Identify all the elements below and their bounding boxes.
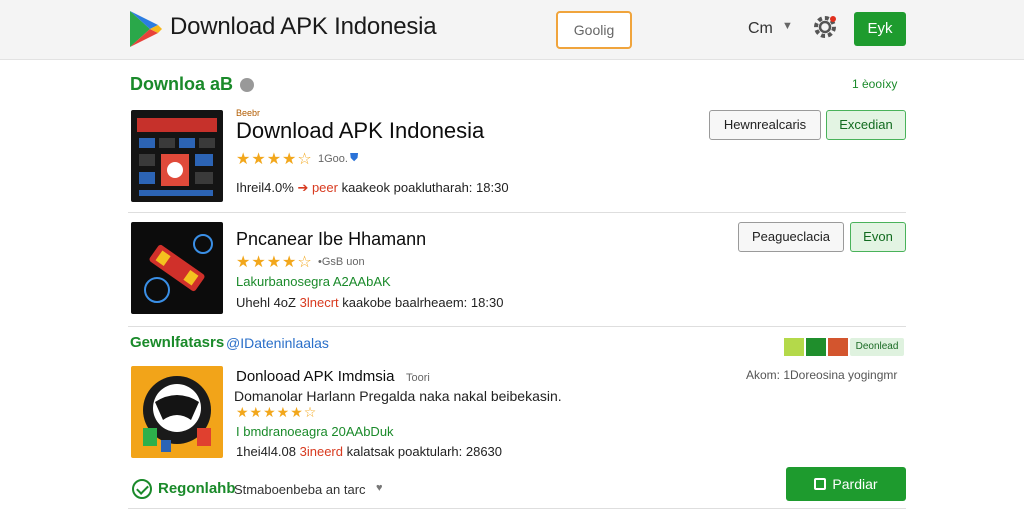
play-store-logo-icon[interactable] [128,9,164,49]
window-icon [814,478,827,490]
rating-stars: ★★★★☆ [236,254,313,271]
app-title[interactable]: Donlooad APK Imdmsia [236,368,394,385]
rating-stars: ★★★★☆ [236,151,313,168]
rating-stars: ★★★★★☆ [236,404,318,420]
app-thumbnail[interactable] [131,366,223,458]
app-category-label: Beebr [236,108,261,118]
color-swatch[interactable] [828,338,848,356]
rating-count: •GsB uon [318,256,365,268]
verified-icon: ⛊ [350,152,359,164]
row-divider [128,212,906,213]
settings-gear-icon[interactable] [812,14,838,40]
app-meta: Ihreil4.0% ➔ peer kaakeok poaklutharah: … [236,180,509,196]
primary-button[interactable]: Excedian [826,110,906,140]
section-title: Gewnlfatasrs [130,334,225,351]
check-circle-icon [132,479,152,499]
language-selector[interactable]: Cm [748,20,773,38]
footer-action-button[interactable]: Pardiar [786,467,906,501]
meta-prefix: 1hei4l4.08 [236,444,296,459]
meta-highlight: ➔ peer [297,180,338,195]
app-size-info: I bmdranoeagra 20AAbDuk [236,424,394,439]
footer-button-label: Pardiar [832,476,878,492]
section-subtitle[interactable]: @IDateninlaalas [226,335,329,351]
app-meta: Uhehl 4oZ 3lnecrt kaakobe baalrheaem: 18… [236,295,503,310]
secondary-button[interactable]: Peagueclacia [738,222,844,252]
meta-suffix: kaakobe baalrheaem: 18:30 [342,295,504,310]
app-description: Domanolar Harlann Pregalda naka nakal be… [234,388,562,404]
footer-text: Stmaboenbeba an tarc [234,482,366,497]
section-meta: 1 èooíxy [852,77,898,91]
rating-count: 1Goo. [318,153,348,165]
app-meta: 1hei4l4.08 3ineerd kalatsak poaktularh: … [236,444,502,459]
app-thumbnail[interactable] [131,110,223,202]
secondary-button[interactable]: Hewnrealcaris [709,110,821,140]
brand-title[interactable]: Download APK Indonesia [170,13,437,41]
color-swatch[interactable] [784,338,804,356]
top-header: Download APK Indonesia Goolig Cm ▼ Eyk [0,0,1024,60]
primary-button[interactable]: Evon [850,222,906,252]
meta-suffix: kaakeok poaklutharah: 18:30 [341,180,509,195]
app-title[interactable]: Pncanear Ibe Hhamann [236,229,426,250]
app-title-note: Toori [406,372,430,384]
meta-suffix: kalatsak poaktularh: 28630 [346,444,503,459]
meta-highlight: 3ineerd [299,444,343,459]
download-badge[interactable]: Deonlead [850,338,904,356]
section-title: Downloa aB [130,74,234,94]
app-size-info: Lakurbanosegra A2AAbAK [236,274,391,289]
meta-prefix: Uhehl 4oZ [236,295,296,310]
row-divider [128,326,906,327]
app-art-icon [143,376,211,452]
footer-divider [128,508,906,509]
app-art-icon [137,118,217,196]
heart-icon[interactable]: ♥ [376,482,383,494]
app-art-icon [144,234,213,303]
color-swatch[interactable] [806,338,826,356]
app-thumbnail[interactable] [131,222,223,314]
chevron-down-icon[interactable]: ▼ [782,20,793,32]
app-title[interactable]: Download APK Indonesia [236,118,484,144]
header-action-button[interactable]: Eyk [854,12,906,46]
refresh-icon[interactable] [240,78,254,92]
footer-brand[interactable]: Regonlahb [158,480,236,497]
meta-prefix: Ihreil4.0% [236,180,294,195]
search-button[interactable]: Goolig [556,11,632,49]
meta-highlight: 3lnecrt [299,295,339,310]
app-aside-note: Akom: 1Doreosina yogingmr [746,368,898,382]
